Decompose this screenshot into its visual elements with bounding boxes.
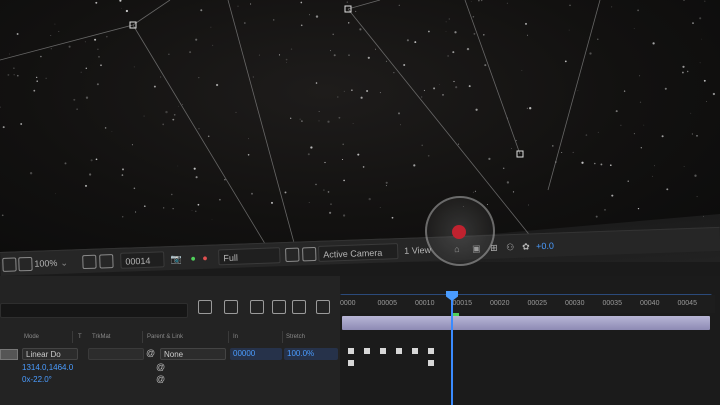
ruler-tick-label: 00005 bbox=[377, 300, 397, 307]
frame-blending-icon[interactable] bbox=[272, 300, 286, 314]
composition-viewer[interactable] bbox=[0, 0, 720, 262]
ruler-tick-label: 00010 bbox=[415, 300, 435, 307]
pick-whip-icon[interactable]: @ bbox=[146, 348, 155, 358]
composition-mini-flowchart-icon[interactable] bbox=[198, 300, 212, 314]
column-headers: Mode T TrkMat Parent & Link In Stretch bbox=[0, 331, 340, 343]
column-mode: Mode bbox=[24, 334, 40, 340]
zoom-dropdown[interactable]: 100% bbox=[34, 255, 58, 272]
ruler-tick-label: 00025 bbox=[527, 300, 547, 307]
camera-null-overlay bbox=[0, 0, 716, 253]
rotation-value[interactable]: 0x-22.0° bbox=[22, 375, 52, 384]
layer-thumbnail bbox=[0, 349, 18, 360]
ruler-tick-label: 00020 bbox=[490, 300, 510, 307]
region-of-interest-icon[interactable] bbox=[285, 247, 300, 263]
layer-row[interactable]: Linear Do @ None 00000 100.0% bbox=[0, 346, 340, 362]
reset-exposure-icon[interactable]: ✿ bbox=[522, 239, 530, 255]
ruler-tick-label: 00030 bbox=[565, 300, 585, 307]
trkmat-dropdown[interactable] bbox=[88, 348, 144, 360]
column-parent-link: Parent & Link bbox=[147, 334, 184, 340]
rotation-property-row: 0x-22.0° @ bbox=[0, 374, 340, 386]
exposure-value[interactable]: +0.0 bbox=[536, 238, 554, 255]
keyframe[interactable] bbox=[348, 360, 354, 366]
shy-layers-icon[interactable] bbox=[250, 300, 264, 314]
camera-view-dropdown[interactable]: Active Camera bbox=[317, 243, 399, 262]
column-stretch: Stretch bbox=[286, 334, 306, 340]
toggle-mask-icon[interactable] bbox=[82, 254, 97, 270]
keyframe[interactable] bbox=[348, 348, 354, 354]
time-ruler[interactable]: 0000 00005 00010 00015 00020 00025 00030 00035 0… bbox=[340, 295, 715, 313]
timeline-graph[interactable]: 0000 00005 00010 00015 00020 00025 00030 00035 0… bbox=[340, 276, 720, 405]
ruler-tick-label: 00015 bbox=[452, 300, 472, 307]
motion-blur-icon[interactable] bbox=[292, 300, 306, 314]
position-property-row: 1314.0,1464.0 @ bbox=[0, 362, 340, 374]
keyframe[interactable] bbox=[364, 348, 370, 354]
layer-search-input[interactable] bbox=[0, 303, 188, 318]
keyframe[interactable] bbox=[428, 348, 434, 354]
ruler-tick-label: 00045 bbox=[677, 300, 697, 307]
stretch-field[interactable]: 100.0% bbox=[284, 348, 338, 360]
keyframe[interactable] bbox=[428, 360, 434, 366]
region-icon[interactable] bbox=[2, 257, 17, 272]
pick-whip-icon[interactable]: @ bbox=[156, 362, 165, 372]
ruler-tick-label: 00035 bbox=[602, 300, 622, 307]
transparency-grid-icon[interactable] bbox=[99, 254, 114, 269]
grid-icon[interactable] bbox=[18, 256, 33, 272]
column-t: T bbox=[78, 334, 82, 340]
draft-3d-icon[interactable] bbox=[224, 300, 238, 314]
pick-whip-icon[interactable]: @ bbox=[156, 374, 165, 384]
chevron-down-icon[interactable]: ⌄ bbox=[60, 255, 68, 271]
ruler-tick-label: 0000 bbox=[340, 300, 356, 307]
current-time-indicator[interactable] bbox=[451, 291, 453, 405]
mode-dropdown[interactable]: Linear Do bbox=[22, 348, 78, 360]
ruler-tick-label: 00040 bbox=[640, 300, 660, 307]
parent-dropdown[interactable]: None bbox=[160, 348, 226, 360]
keyframe[interactable] bbox=[396, 348, 402, 354]
column-trkmat: TrkMat bbox=[92, 334, 111, 340]
position-value[interactable]: 1314.0,1464.0 bbox=[22, 363, 73, 372]
layer-outline: Mode T TrkMat Parent & Link In Stretch L… bbox=[0, 276, 340, 405]
layer-duration-bar[interactable] bbox=[342, 316, 710, 330]
snapshot-icon[interactable]: 📷 bbox=[170, 251, 182, 267]
timecode-field[interactable]: 00014 bbox=[120, 251, 165, 269]
flowchart-icon[interactable]: ⚇ bbox=[506, 239, 515, 255]
cursor-click-dot bbox=[452, 225, 466, 239]
resolution-dropdown[interactable]: Full bbox=[218, 247, 281, 266]
color-channel-icon[interactable]: ● bbox=[202, 250, 208, 266]
keyframe[interactable] bbox=[380, 348, 386, 354]
graph-editor-icon[interactable] bbox=[316, 300, 330, 314]
column-in: In bbox=[233, 334, 239, 340]
timeline-panel: Mode T TrkMat Parent & Link In Stretch L… bbox=[0, 276, 720, 405]
in-point-field[interactable]: 00000 bbox=[230, 348, 282, 360]
show-channel-icon[interactable]: ● bbox=[190, 250, 196, 266]
keyframe[interactable] bbox=[412, 348, 418, 354]
transparency-icon[interactable] bbox=[302, 246, 317, 262]
